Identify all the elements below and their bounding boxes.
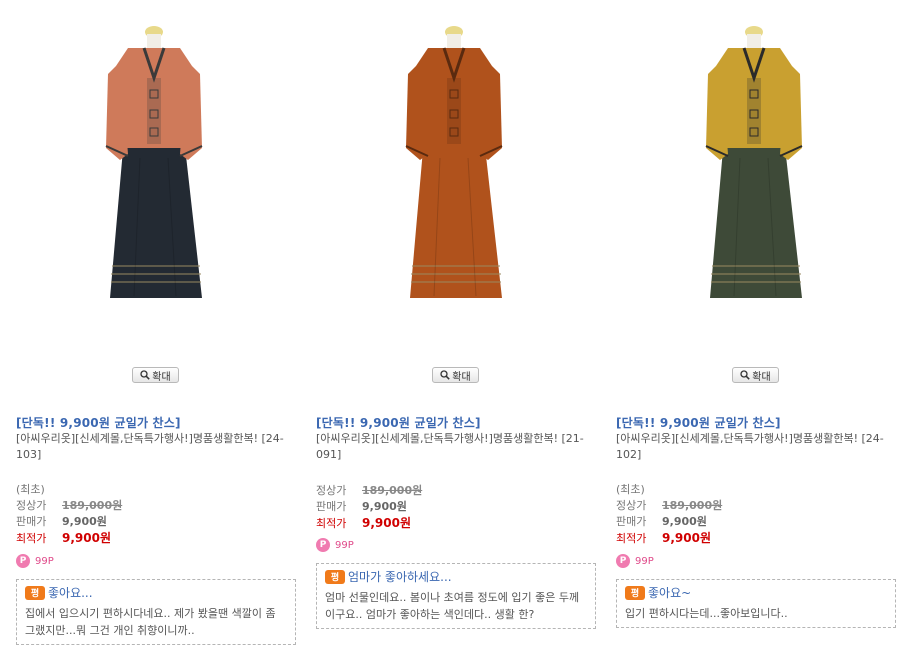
sale-price-label: 판매가 — [616, 515, 647, 528]
product-image[interactable] — [316, 18, 598, 348]
best-price-label: 최적가 — [616, 532, 647, 545]
review-body: 엄마 선물인데요.. 봄이나 초여름 정도에 입기 좋은 두께이구요.. 엄마가… — [325, 591, 580, 621]
point-info: P 99P — [16, 554, 54, 568]
point-value: 99P — [35, 555, 54, 567]
regular-price-label: 정상가 — [316, 484, 347, 497]
zoom-label: 확대 — [452, 371, 471, 383]
zoom-button[interactable]: 확대 — [432, 367, 479, 383]
best-price-label: 최적가 — [16, 532, 47, 545]
regular-price: 189,000원 — [62, 499, 123, 512]
regular-price-label: 정상가 — [16, 499, 47, 512]
point-info: P 99P — [616, 554, 654, 568]
magnifier-icon — [140, 370, 151, 380]
sale-price: 9,900원 — [62, 515, 107, 528]
product-name-link[interactable]: [아씨우리옷][신세계몰,단독특가행사!]명품생활한복! [24-103] — [16, 431, 292, 463]
zoom-button[interactable]: 확대 — [732, 367, 779, 383]
promo-link[interactable]: [단독!! 9,900원 균일가 찬스] — [616, 414, 781, 431]
zoom-button[interactable]: 확대 — [132, 367, 179, 383]
sale-price: 9,900원 — [362, 500, 407, 513]
promo-link[interactable]: [단독!! 9,900원 균일가 찬스] — [16, 414, 181, 431]
magnifier-icon — [740, 370, 751, 380]
point-icon: P — [16, 554, 30, 568]
review-title[interactable]: 엄마가 좋아하세요... — [348, 568, 452, 585]
promo-link[interactable]: [단독!! 9,900원 균일가 찬스] — [316, 414, 481, 431]
magnifier-icon — [440, 370, 451, 380]
zoom-label: 확대 — [752, 371, 771, 383]
review-box[interactable]: 평 좋아요... 집에서 입으시기 편하시다네요.. 제가 봤을땐 색깔이 좀 … — [16, 579, 296, 645]
product-card: 확대 [단독!! 9,900원 균일가 찬스] [아씨우리옷][신세계몰,단독특… — [316, 0, 598, 663]
regular-price: 189,000원 — [362, 484, 423, 497]
hanbok-illustration — [705, 26, 803, 298]
review-badge: 평 — [325, 569, 345, 584]
review-box[interactable]: 평 좋아요~ 입기 편하시다는데...좋아보입니다.. — [616, 579, 896, 628]
first-price-label: (최초) — [616, 483, 645, 496]
review-badge: 평 — [25, 585, 45, 600]
sale-price-label: 판매가 — [16, 515, 47, 528]
best-price: 9,900원 — [362, 516, 411, 530]
hanbok-illustration — [405, 26, 503, 298]
review-body: 입기 편하시다는데...좋아보입니다.. — [625, 607, 788, 620]
price-block: (최초) 정상가 189,000원 판매가 9,900원 최적가 9,900원 — [616, 482, 816, 546]
review-box[interactable]: 평 엄마가 좋아하세요... 엄마 선물인데요.. 봄이나 초여름 정도에 입기… — [316, 563, 596, 629]
first-price-label: (최초) — [16, 483, 45, 496]
review-title[interactable]: 좋아요~ — [648, 584, 691, 601]
point-info: P 99P — [316, 538, 354, 552]
zoom-label: 확대 — [152, 371, 171, 383]
product-name-link[interactable]: [아씨우리옷][신세계몰,단독특가행사!]명품생활한복! [24-102] — [616, 431, 892, 463]
best-price: 9,900원 — [62, 531, 111, 545]
product-image[interactable] — [616, 18, 898, 348]
price-block: 정상가 189,000원 판매가 9,900원 최적가 9,900원 — [316, 483, 516, 531]
best-price: 9,900원 — [662, 531, 711, 545]
sale-price: 9,900원 — [662, 515, 707, 528]
product-card: 확대 [단독!! 9,900원 균일가 찬스] [아씨우리옷][신세계몰,단독특… — [616, 0, 898, 663]
point-value: 99P — [335, 539, 354, 551]
point-icon: P — [616, 554, 630, 568]
product-image[interactable] — [16, 18, 298, 348]
review-title[interactable]: 좋아요... — [48, 584, 93, 601]
regular-price: 189,000원 — [662, 499, 723, 512]
point-value: 99P — [635, 555, 654, 567]
regular-price-label: 정상가 — [616, 499, 647, 512]
sale-price-label: 판매가 — [316, 500, 347, 513]
product-card: 확대 [단독!! 9,900원 균일가 찬스] [아씨우리옷][신세계몰,단독특… — [16, 0, 298, 663]
point-icon: P — [316, 538, 330, 552]
hanbok-illustration — [105, 26, 203, 298]
review-body: 집에서 입으시기 편하시다네요.. 제가 봤을땐 색깔이 좀 그랬지만...뭐 … — [25, 607, 276, 637]
price-block: (최초) 정상가 189,000원 판매가 9,900원 최적가 9,900원 — [16, 482, 216, 546]
product-name-link[interactable]: [아씨우리옷][신세계몰,단독특가행사!]명품생활한복! [21-091] — [316, 431, 592, 463]
review-badge: 평 — [625, 585, 645, 600]
best-price-label: 최적가 — [316, 517, 347, 530]
